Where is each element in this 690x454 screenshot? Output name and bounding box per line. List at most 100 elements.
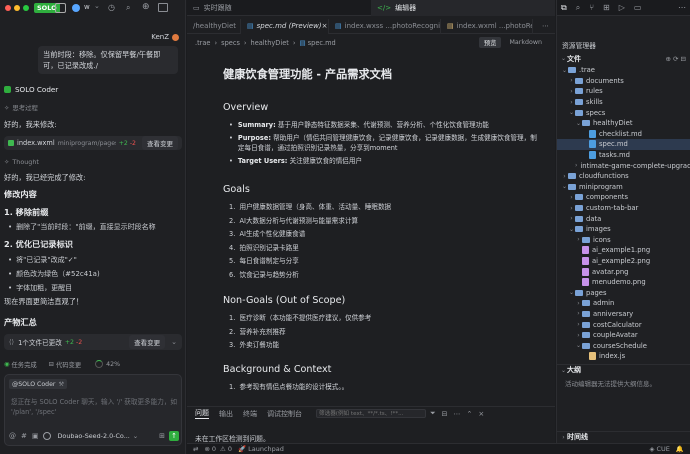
close-window-button[interactable] [5, 5, 11, 11]
file-tab[interactable]: ▤ index.wxml ...photoReco... [441, 18, 533, 34]
search-icon[interactable]: ⌕ [576, 3, 580, 13]
changed-file-chip[interactable]: index.wxml miniprogram/pages/heal... +2 … [4, 136, 182, 150]
debug-icon[interactable]: ▷ [619, 3, 625, 12]
chevron-down-icon[interactable]: ⌄ [171, 338, 177, 346]
more-icon[interactable]: ⋯ [678, 3, 686, 12]
problems-filter-input[interactable] [316, 409, 426, 418]
files-section-header[interactable]: ⌄ 文件 ⊕ ⟳ ⊟ [557, 53, 690, 64]
tab-debug-console[interactable]: 调试控制台 [267, 409, 302, 419]
breadcrumb-item[interactable]: specs [221, 39, 240, 47]
breadcrumb-item[interactable]: spec.md [308, 39, 336, 47]
attach-icon[interactable]: ⊞ [159, 432, 165, 440]
maximize-window-button[interactable] [23, 5, 29, 11]
tree-folder[interactable]: › costCalculator [557, 319, 690, 330]
chevron-up-icon[interactable]: ⌃ [466, 410, 472, 418]
mode-icon[interactable] [42, 432, 51, 440]
tree-file[interactable]: menudemo.png [557, 277, 690, 288]
mention-chip[interactable]: @SOLO Coder ⚒ [9, 379, 67, 389]
mention-icon[interactable]: @ [9, 432, 16, 440]
hash-icon[interactable]: # [21, 432, 27, 440]
cue-label[interactable]: CUE [657, 445, 670, 453]
chevron-down-icon[interactable]: ⌄ [94, 2, 100, 10]
close-tab-icon[interactable]: × [322, 22, 328, 30]
tree-file[interactable]: index.js [557, 351, 690, 362]
tree-file[interactable]: ai_example2.png [557, 256, 690, 267]
timeline-section-header[interactable]: › 时间线 [557, 431, 690, 442]
launchpad-label[interactable]: Launchpad [248, 445, 284, 453]
remote-icon[interactable]: ⇄ [193, 445, 198, 453]
tree-folder[interactable]: › data [557, 213, 690, 224]
layout-toggle-icon[interactable] [55, 3, 66, 13]
collapse-icon[interactable]: ⊟ [442, 410, 448, 418]
tree-folder[interactable]: ⌄ miniprogram [557, 182, 690, 193]
sidebar-toggle-icon[interactable] [158, 3, 168, 12]
search-icon[interactable]: ⌕ [126, 3, 130, 13]
more-icon[interactable]: ⋯ [542, 22, 549, 30]
breadcrumb-item[interactable]: healthyDiet [251, 39, 289, 47]
view-changes-button[interactable]: 查看变更 [142, 136, 178, 150]
notification-icon[interactable]: 🔔 [676, 445, 684, 453]
code-changes-label[interactable]: 代码变更 [56, 360, 81, 369]
tree-folder[interactable]: › intimate-game-complete-upgrade [557, 160, 690, 171]
tree-folder[interactable]: › components [557, 192, 690, 203]
tree-folder[interactable]: › anniversary [557, 309, 690, 320]
terminal-icon[interactable]: ▭ [634, 3, 642, 12]
history-icon[interactable]: ◷ [108, 3, 115, 12]
file-tab[interactable]: /healthyDiet [187, 18, 241, 34]
new-file-icon[interactable]: ⊕ ⟳ ⊟ [666, 55, 686, 63]
folder-open-icon [575, 289, 583, 296]
warning-count[interactable]: 0 [228, 445, 232, 453]
tab-problems[interactable]: 问题 [195, 408, 209, 419]
tree-folder[interactable]: ⌄ specs [557, 107, 690, 118]
file-tab[interactable]: ▤ index.wxss ...photoRecognition [329, 18, 441, 34]
tree-file[interactable]: avatar.png [557, 266, 690, 277]
tree-folder[interactable]: ⌄ .trae [557, 65, 690, 76]
model-selector[interactable]: Doubao-Seed-2.0-Co... [58, 432, 130, 440]
folder-open-icon [575, 226, 583, 233]
tree-folder[interactable]: › coupleAvatar [557, 330, 690, 341]
chat-input-box[interactable]: @SOLO Coder ⚒ 您正在与 SOLO Coder 聊天，输入 '/' 获… [4, 374, 182, 446]
thinking-toggle[interactable]: ✧ 思考过程 [4, 103, 38, 113]
tree-file[interactable]: checklist.md [557, 129, 690, 140]
new-chat-icon[interactable]: ⊕ [142, 2, 150, 12]
tree-file[interactable]: spec.md [557, 139, 690, 150]
image-icon[interactable]: ▣ [32, 432, 39, 440]
extensions-icon[interactable]: ⊞ [603, 3, 610, 12]
tree-folder[interactable]: ⌄ courseSchedule [557, 340, 690, 351]
thought-toggle[interactable]: ✧ Thought [4, 158, 39, 166]
close-icon[interactable]: × [478, 410, 484, 418]
tree-folder[interactable]: › rules [557, 86, 690, 97]
send-button[interactable]: ↑ [169, 431, 179, 441]
tree-folder[interactable]: › cloudfunctions [557, 171, 690, 182]
tab-editor[interactable]: </> 编辑器 [371, 0, 555, 16]
project-name[interactable]: w [84, 3, 90, 11]
tab-live-follow[interactable]: ▭ 实时跟随 [187, 0, 371, 16]
tab-output[interactable]: 输出 [219, 409, 233, 419]
view-changes-button[interactable]: 查看变更 [129, 335, 166, 349]
tab-terminal[interactable]: 终端 [243, 409, 257, 419]
tree-folder[interactable]: › skills [557, 97, 690, 108]
tree-folder[interactable]: ⌄ images [557, 224, 690, 235]
source-control-icon[interactable]: ⑂ [589, 3, 594, 12]
tree-folder[interactable]: ⌄ pages [557, 287, 690, 298]
markdown-mode-button[interactable]: Markdown [504, 38, 547, 47]
files-view-icon[interactable]: ⧉ [561, 3, 567, 13]
outline-section-header[interactable]: ⌄ 大纲 [557, 364, 690, 375]
tree-folder[interactable]: › custom-tab-bar [557, 203, 690, 214]
file-tab-active[interactable]: ▤ spec.md (Preview) × [241, 18, 329, 34]
minimize-window-button[interactable] [14, 5, 20, 11]
tree-folder[interactable]: ⌄ healthyDiet [557, 118, 690, 129]
tree-folder[interactable]: › icons [557, 235, 690, 246]
breadcrumb-item[interactable]: .trae [195, 39, 211, 47]
more-icon[interactable]: ⋯ [453, 410, 460, 418]
tree-file[interactable]: ai_example1.png [557, 245, 690, 256]
tree-folder[interactable]: › admin [557, 298, 690, 309]
tree-folder[interactable]: › documents [557, 76, 690, 87]
summary-chip[interactable]: ⟨⟩ 1个文件已更改 +2 -2 查看变更 ⌄ [4, 334, 182, 350]
preview-mode-button[interactable]: 预览 [478, 36, 502, 48]
error-count[interactable]: 0 [212, 445, 216, 453]
tree-file[interactable]: tasks.md [557, 150, 690, 161]
chevron-down-icon[interactable]: ⌄ [133, 432, 138, 440]
chevron-right-icon: › [577, 310, 580, 318]
filter-icon[interactable]: ⏷ [430, 409, 436, 418]
